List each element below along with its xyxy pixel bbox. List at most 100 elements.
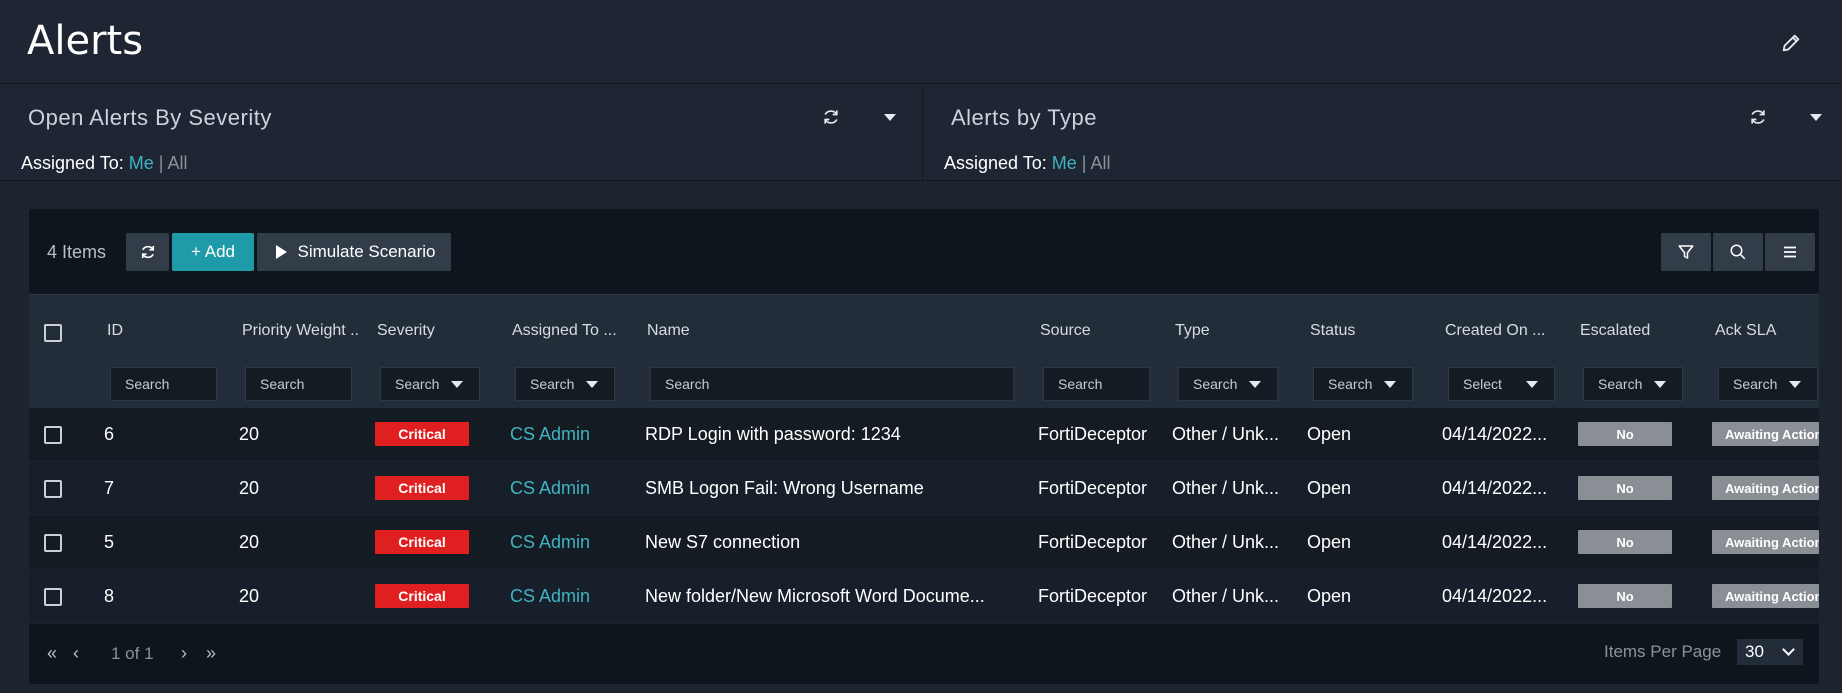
filter-created-on[interactable]: Select — [1448, 367, 1555, 401]
caret-down-icon — [1249, 381, 1261, 388]
column-header-source[interactable]: Source — [1040, 322, 1091, 340]
assigned-to-label: Assigned To: — [944, 153, 1047, 173]
items-per-page-select[interactable]: 30 — [1737, 639, 1803, 665]
row-checkbox[interactable] — [44, 480, 62, 498]
pagination-bar: « ‹ 1 of 1 › » Items Per Page 30 — [29, 619, 1819, 684]
filter-type[interactable]: Search — [1178, 367, 1278, 401]
table-row[interactable]: 7 20 Critical CS Admin SMB Logon Fail: W… — [29, 462, 1819, 516]
widget-title: Open Alerts By Severity — [28, 105, 272, 130]
cell-type: Other / Unk... — [1172, 478, 1280, 498]
caret-down-icon — [1789, 381, 1801, 388]
severity-badge: Critical — [375, 422, 469, 446]
filter-created-label: Select — [1463, 376, 1502, 392]
cell-source: FortiDeceptor — [1038, 586, 1148, 606]
caret-down-icon — [1654, 381, 1666, 388]
column-header-type[interactable]: Type — [1175, 322, 1210, 340]
severity-badge: Critical — [375, 530, 469, 554]
cell-assigned-link[interactable]: CS Admin — [510, 586, 590, 607]
filter-severity[interactable]: Search — [380, 367, 480, 401]
assigned-all-link[interactable]: All — [168, 153, 188, 173]
cell-status: Open — [1307, 478, 1352, 498]
add-button[interactable]: + Add — [172, 233, 254, 271]
filter-escalated[interactable]: Search — [1583, 367, 1683, 401]
column-header-assigned-to[interactable]: Assigned To ... — [512, 322, 617, 340]
filter-type-label: Search — [1193, 376, 1238, 392]
assigned-me-link[interactable]: Me — [1052, 153, 1077, 173]
table-header: ID Search Priority Weight .. Search Seve… — [29, 294, 1819, 408]
next-page-icon[interactable]: › — [181, 643, 187, 664]
widget-alerts-by-type: Alerts by Type Assigned To: Me | All — [924, 85, 1842, 181]
search-button[interactable] — [1713, 233, 1763, 271]
assigned-all-link[interactable]: All — [1091, 153, 1111, 173]
widget-open-alerts-by-severity: Open Alerts By Severity Assigned To: Me … — [0, 85, 923, 181]
assigned-to-filter: Assigned To: Me | All — [21, 153, 188, 174]
cell-assigned-link[interactable]: CS Admin — [510, 478, 590, 499]
row-checkbox[interactable] — [44, 426, 62, 444]
cell-source: FortiDeceptor — [1038, 424, 1148, 444]
pencil-icon[interactable] — [1780, 32, 1802, 54]
cell-name: New S7 connection — [645, 532, 801, 552]
filter-icon — [1678, 245, 1694, 259]
column-header-id[interactable]: ID — [107, 322, 123, 340]
cell-source: FortiDeceptor — [1038, 478, 1148, 498]
caret-down-icon[interactable] — [884, 114, 896, 121]
cell-assigned-link[interactable]: CS Admin — [510, 424, 590, 445]
column-header-severity[interactable]: Severity — [377, 322, 435, 340]
simulate-scenario-button[interactable]: Simulate Scenario — [257, 233, 451, 271]
caret-down-icon — [451, 381, 463, 388]
assigned-to-label: Assigned To: — [21, 153, 124, 173]
filter-assigned-to[interactable]: Search — [515, 367, 615, 401]
row-checkbox[interactable] — [44, 588, 62, 606]
column-header-created-on[interactable]: Created On ... — [1445, 322, 1546, 340]
cell-id: 5 — [104, 532, 115, 552]
caret-down-icon — [1526, 381, 1538, 388]
menu-button[interactable] — [1765, 233, 1815, 271]
column-header-status[interactable]: Status — [1310, 322, 1355, 340]
simulate-scenario-label: Simulate Scenario — [297, 242, 436, 261]
first-page-icon[interactable]: « — [47, 643, 57, 664]
cell-created: 04/14/2022... — [1442, 586, 1548, 606]
separator: | — [1081, 153, 1087, 173]
select-all-checkbox[interactable] — [44, 324, 62, 342]
filter-id[interactable]: Search — [110, 367, 217, 401]
column-header-ack-sla[interactable]: Ack SLA — [1715, 322, 1776, 340]
items-count: 4 Items — [47, 242, 107, 262]
hamburger-menu-icon — [1784, 246, 1796, 258]
filter-source[interactable]: Search — [1043, 367, 1150, 401]
cell-type: Other / Unk... — [1172, 586, 1280, 606]
table-row[interactable]: 8 20 Critical CS Admin New folder/New Mi… — [29, 570, 1819, 624]
refresh-icon — [141, 245, 154, 259]
assigned-me-link[interactable]: Me — [129, 153, 154, 173]
refresh-icon[interactable] — [821, 107, 841, 127]
widgets-row: Open Alerts By Severity Assigned To: Me … — [0, 85, 1842, 181]
filter-severity-label: Search — [395, 376, 440, 392]
cell-id: 7 — [104, 478, 115, 498]
escalated-badge: No — [1578, 584, 1672, 608]
cell-created: 04/14/2022... — [1442, 478, 1548, 498]
table-row[interactable]: 5 20 Critical CS Admin New S7 connection… — [29, 516, 1819, 570]
cell-assigned-link[interactable]: CS Admin — [510, 532, 590, 553]
caret-down-icon[interactable] — [1810, 114, 1822, 121]
page-title: Alerts — [27, 18, 144, 64]
row-checkbox[interactable] — [44, 534, 62, 552]
widget-title: Alerts by Type — [951, 105, 1097, 130]
column-header-priority-weight[interactable]: Priority Weight .. — [242, 322, 359, 340]
cell-created: 04/14/2022... — [1442, 532, 1548, 552]
refresh-button[interactable] — [126, 233, 169, 271]
filter-ack-sla[interactable]: Search — [1718, 367, 1818, 401]
filter-name[interactable]: Search — [650, 367, 1014, 401]
previous-page-icon[interactable]: ‹ — [73, 643, 79, 664]
filter-priority-weight[interactable]: Search — [245, 367, 352, 401]
refresh-icon[interactable] — [1748, 107, 1768, 127]
filter-button[interactable] — [1661, 233, 1711, 271]
filter-status[interactable]: Search — [1313, 367, 1413, 401]
last-page-icon[interactable]: » — [206, 643, 216, 664]
cell-type: Other / Unk... — [1172, 424, 1280, 444]
column-header-name[interactable]: Name — [647, 322, 690, 340]
table-row[interactable]: 6 20 Critical CS Admin RDP Login with pa… — [29, 408, 1819, 462]
column-header-escalated[interactable]: Escalated — [1580, 322, 1650, 340]
cell-name: New folder/New Microsoft Word Docume... — [645, 586, 985, 606]
escalated-badge: No — [1578, 476, 1672, 500]
page-indicator: 1 of 1 — [111, 644, 154, 663]
cell-id: 8 — [104, 586, 115, 606]
